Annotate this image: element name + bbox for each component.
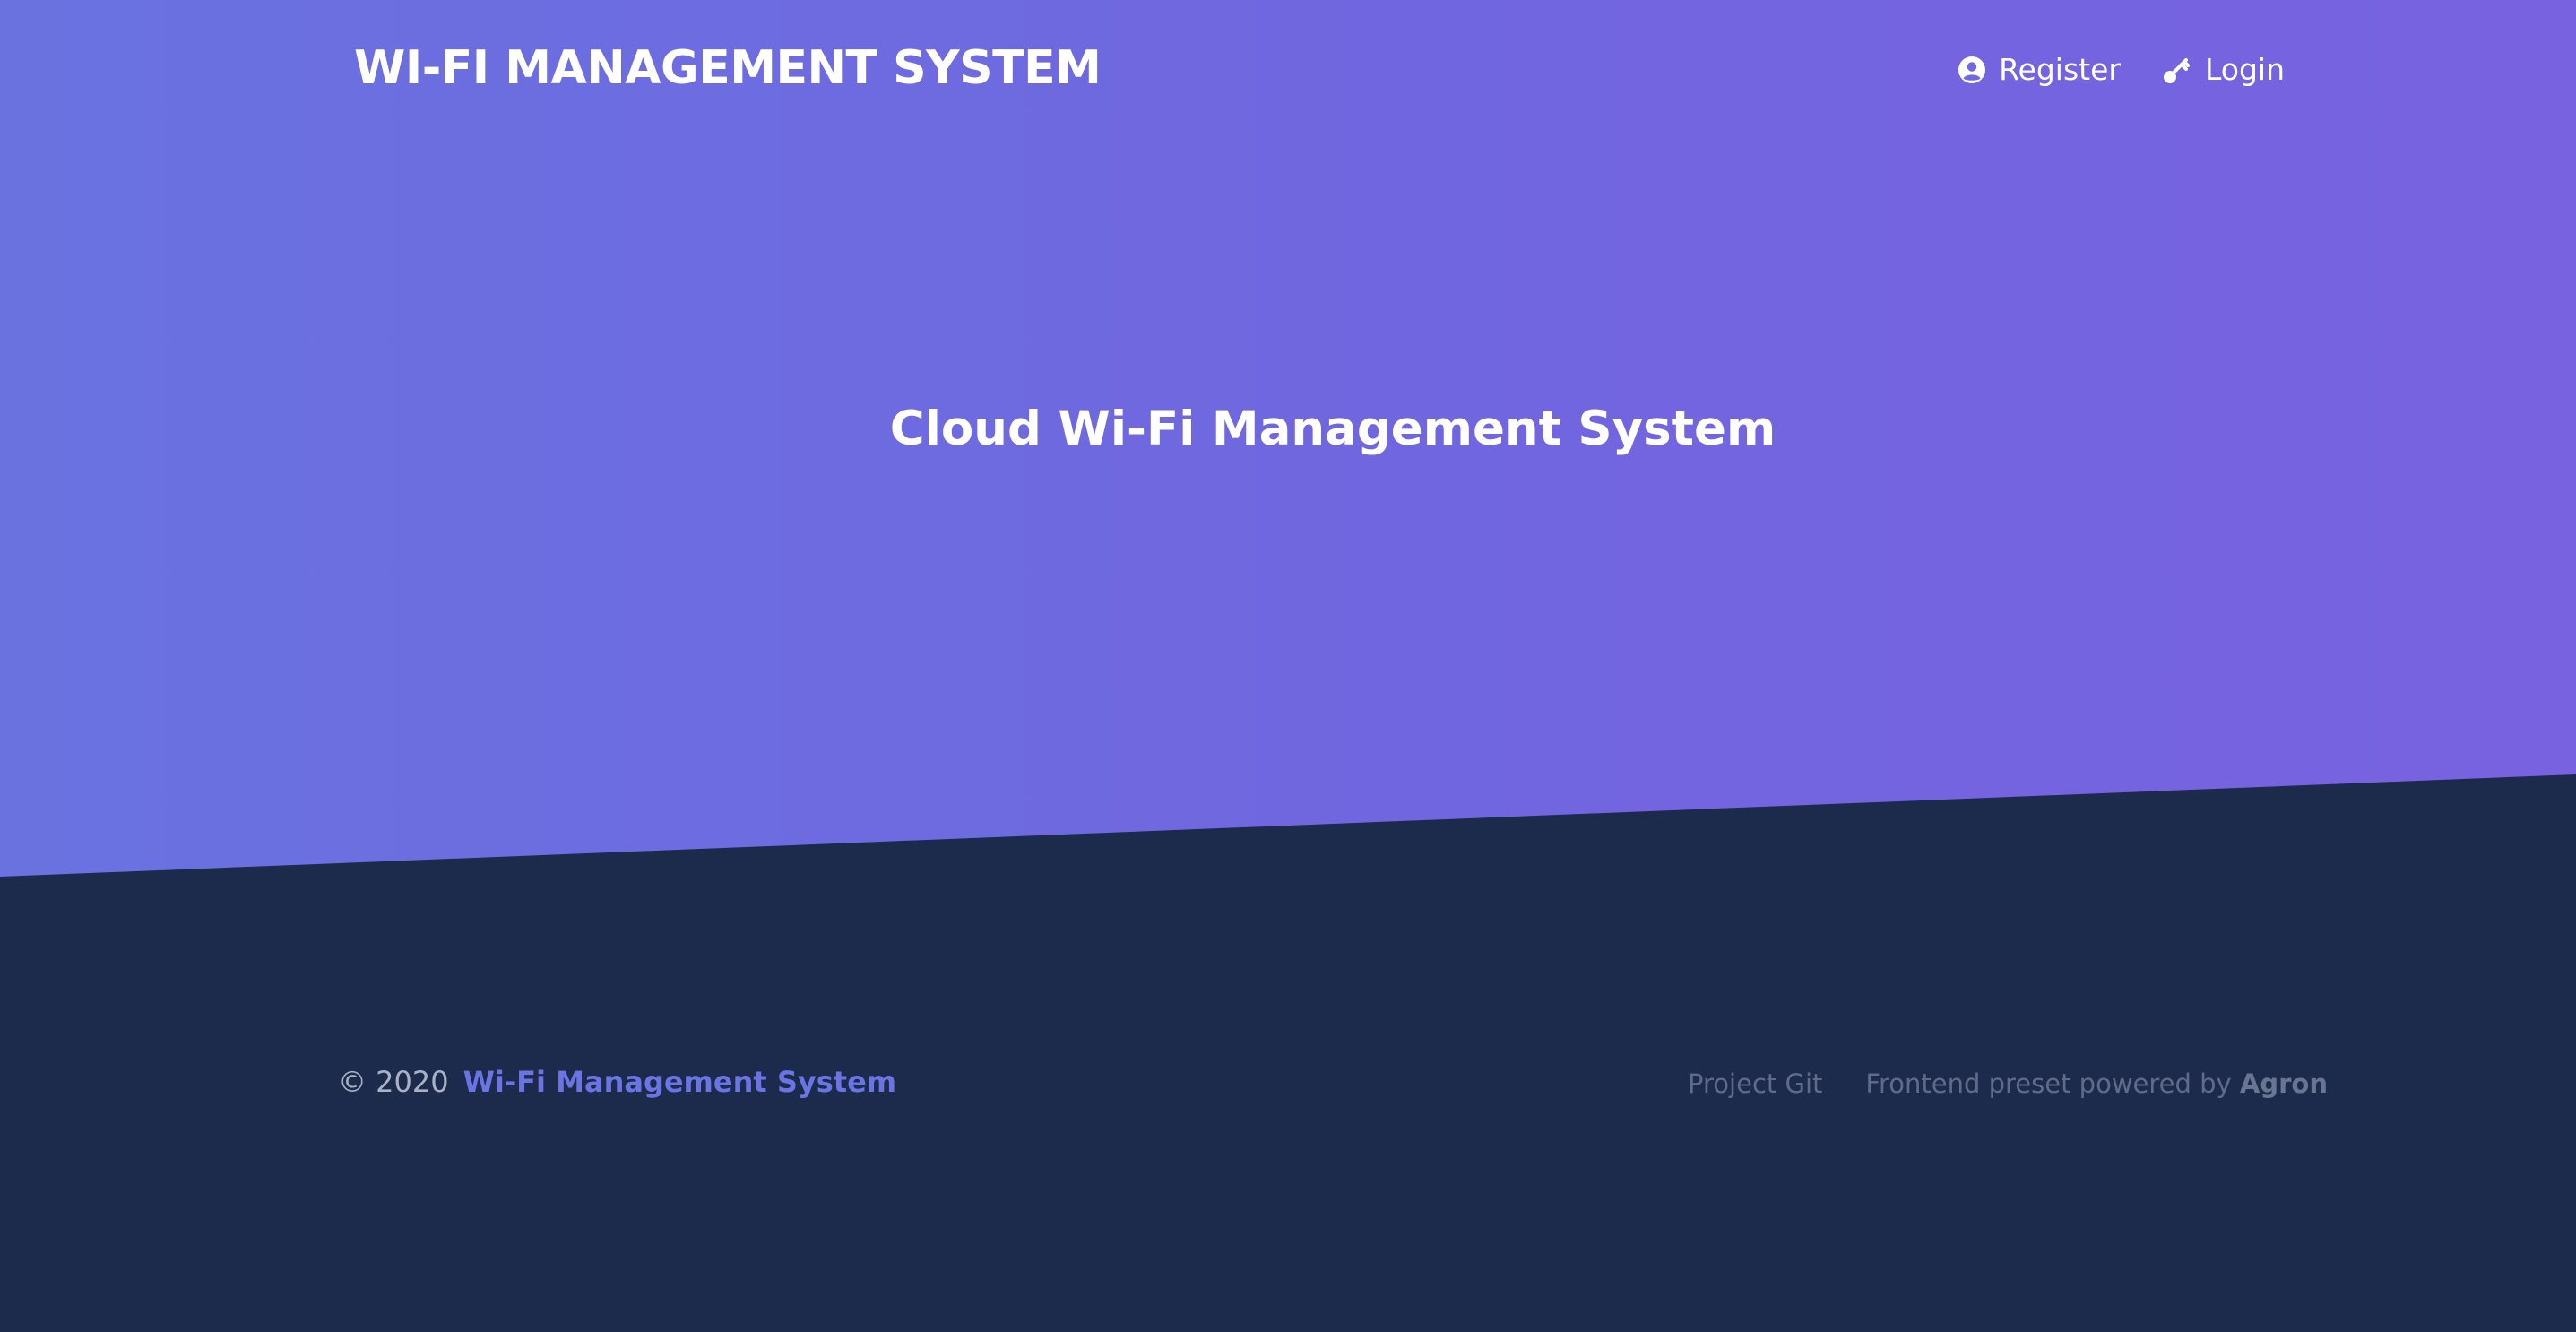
top-nav: Register Login [1958,52,2285,87]
login-label: Login [2204,52,2285,87]
powered-by-text: Frontend preset powered by [1865,1068,2232,1099]
footer-copyright: © 2020 Wi-Fi Management System [338,1065,896,1099]
key-icon [2162,55,2192,85]
footer-links: Project Git Frontend preset powered by A… [1688,1068,2328,1099]
footer-brand-link[interactable]: Wi-Fi Management System [463,1065,897,1099]
page: WI-FI MANAGEMENT SYSTEM Register Login C… [0,0,2576,1332]
user-circle-icon [1958,56,1986,84]
register-label: Register [1999,52,2121,87]
project-git-link[interactable]: Project Git [1688,1068,1822,1099]
login-link[interactable]: Login [2162,52,2285,87]
brand-logo-link[interactable]: WI-FI MANAGEMENT SYSTEM [354,41,1102,95]
register-link[interactable]: Register [1958,52,2121,87]
copyright-text: © 2020 [338,1065,449,1099]
powered-by-brand: Agron [2239,1068,2328,1099]
powered-by-link[interactable]: Frontend preset powered by Agron [1865,1068,2328,1099]
hero-title: Cloud Wi-Fi Management System [889,402,1776,456]
